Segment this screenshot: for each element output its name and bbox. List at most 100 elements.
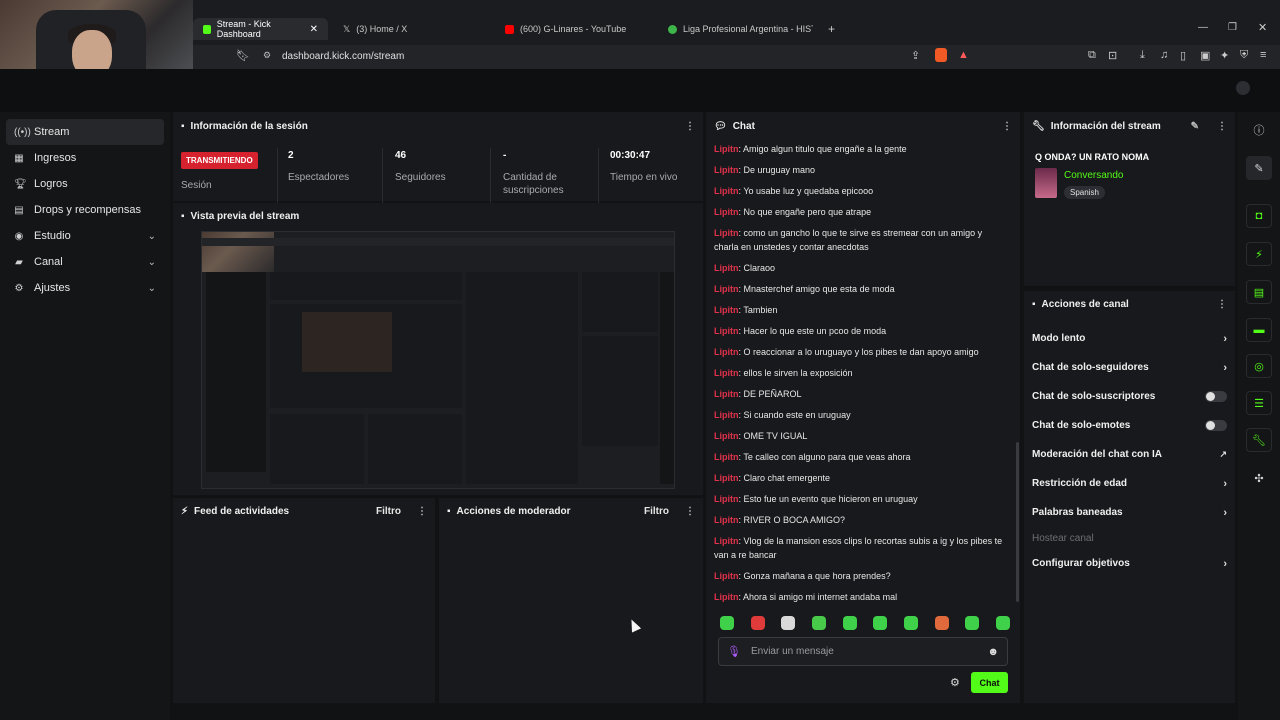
- chat-settings-icon[interactable]: ⚙︎: [950, 676, 960, 689]
- action-modo-lento[interactable]: Modo lento ›: [1024, 324, 1235, 353]
- extensions-icon[interactable]: ⧉: [1088, 49, 1096, 62]
- chat-username[interactable]: Lipitn: [714, 410, 739, 420]
- category-link[interactable]: Conversando: [1064, 170, 1123, 181]
- screenshot-icon[interactable]: ⊡: [1108, 49, 1117, 62]
- chat-username[interactable]: Lipitn: [714, 284, 739, 294]
- vpn-icon[interactable]: ⛨: [1240, 49, 1248, 62]
- action-restriccion-edad[interactable]: Restricción de edad ›: [1024, 469, 1235, 498]
- bookmark-icon[interactable]: 🔖︎: [236, 49, 250, 62]
- new-tab-button[interactable]: +: [828, 22, 835, 36]
- more-options-icon[interactable]: ⋮: [1002, 121, 1012, 132]
- emote-icon[interactable]: [750, 616, 765, 630]
- sidebar-item-logros[interactable]: 🏆︎ Logros: [6, 171, 164, 197]
- sidebar-item-ingresos[interactable]: ▦ Ingresos: [6, 145, 164, 171]
- more-options-icon[interactable]: ⋮: [417, 506, 427, 517]
- url-field[interactable]: dashboard.kick.com/stream: [282, 51, 404, 62]
- chat-username[interactable]: Lipitn: [714, 144, 739, 154]
- share-icon[interactable]: ⇪: [911, 49, 920, 62]
- stat-value: 00:30:47: [610, 150, 651, 161]
- chat-username[interactable]: Lipitn: [714, 228, 739, 238]
- chat-username[interactable]: Lipitn: [714, 536, 739, 546]
- emote-icon[interactable]: [720, 616, 734, 630]
- tab-youtube[interactable]: (600) G-Linares - YouTube: [495, 18, 655, 40]
- brave-shield-icon[interactable]: [935, 48, 947, 62]
- menu-icon[interactable]: ≡: [1260, 49, 1266, 61]
- chat-username[interactable]: Lipitn: [714, 389, 739, 399]
- tab-liga-profesional[interactable]: Liga Profesional Argentina - HISTORI: [658, 18, 823, 40]
- chat-username[interactable]: Lipitn: [714, 431, 739, 441]
- emotes-only-toggle[interactable]: [1205, 420, 1227, 431]
- emote-icon[interactable]: [811, 616, 826, 630]
- edit-icon[interactable]: ✎: [1191, 121, 1199, 132]
- close-icon[interactable]: ✕: [310, 24, 318, 35]
- minimize-button[interactable]: —: [1198, 22, 1208, 33]
- chat-send-button[interactable]: Chat: [971, 672, 1008, 693]
- download-icon[interactable]: ⤓: [1140, 49, 1145, 62]
- close-window-button[interactable]: ✕: [1258, 21, 1267, 34]
- chat-username[interactable]: Lipitn: [714, 452, 739, 462]
- chat-icon[interactable]: ▬: [1246, 318, 1272, 342]
- server-icon[interactable]: ☰: [1246, 391, 1272, 415]
- emote-icon[interactable]: [903, 616, 918, 630]
- chat-username[interactable]: Lipitn: [714, 473, 739, 483]
- wrench-icon[interactable]: 🔧︎: [1246, 428, 1272, 452]
- document-icon[interactable]: ▤: [1246, 280, 1272, 304]
- action-moderacion-ia[interactable]: Moderación del chat con IA ↗: [1024, 440, 1235, 469]
- emoji-icon[interactable]: ☻: [987, 646, 999, 658]
- tab-kick-dashboard[interactable]: Stream - Kick Dashboard ✕: [193, 18, 328, 40]
- sidebar-item-drops[interactable]: ▤ Drops y recompensas: [6, 197, 164, 223]
- chat-username[interactable]: Lipitn: [714, 347, 739, 357]
- sidebar-toggle-icon[interactable]: ▯: [1180, 49, 1186, 62]
- leo-icon[interactable]: ✦: [1220, 49, 1229, 62]
- subscribers-only-toggle[interactable]: [1205, 391, 1227, 402]
- sidebar-item-estudio[interactable]: ◉ Estudio ⌄: [6, 223, 164, 249]
- chat-username[interactable]: Lipitn: [714, 494, 739, 504]
- chat-username[interactable]: Lipitn: [714, 165, 739, 175]
- action-configurar-objetivos[interactable]: Configurar objetivos ›: [1024, 549, 1235, 578]
- camera-icon[interactable]: ◘: [1246, 204, 1272, 228]
- chat-username[interactable]: Lipitn: [714, 571, 739, 581]
- maximize-button[interactable]: ❐: [1228, 22, 1237, 33]
- emote-icon[interactable]: [781, 616, 796, 630]
- filter-button[interactable]: Filtro: [376, 506, 401, 517]
- chat-username[interactable]: Lipitn: [714, 263, 739, 273]
- music-icon[interactable]: ♫: [1160, 49, 1168, 61]
- chat-username[interactable]: Lipitn: [714, 207, 739, 217]
- stream-preview-video[interactable]: [201, 231, 675, 489]
- layout-icon[interactable]: ✣: [1246, 466, 1272, 490]
- filter-button[interactable]: Filtro: [644, 506, 669, 517]
- sidebar-item-canal[interactable]: ▰ Canal ⌄: [6, 249, 164, 275]
- chat-username[interactable]: Lipitn: [714, 326, 739, 336]
- action-solo-seguidores[interactable]: Chat de solo-seguidores ›: [1024, 353, 1235, 382]
- emote-icon[interactable]: [842, 616, 857, 630]
- chat-username[interactable]: Lipitn: [714, 368, 739, 378]
- chat-username[interactable]: Lipitn: [714, 305, 739, 315]
- bolt-icon[interactable]: ⚡︎: [1246, 242, 1272, 266]
- sidebar-item-ajustes[interactable]: ⚙︎ Ajustes ⌄: [6, 275, 164, 301]
- more-options-icon[interactable]: ⋮: [685, 121, 695, 132]
- more-options-icon[interactable]: ⋮: [1217, 299, 1227, 310]
- chevron-right-icon: ›: [1223, 361, 1227, 374]
- chat-username[interactable]: Lipitn: [714, 592, 739, 602]
- site-settings-icon[interactable]: ⚙︎: [263, 50, 271, 61]
- emote-icon[interactable]: [934, 616, 949, 630]
- chat-scrollbar[interactable]: [1016, 442, 1019, 602]
- emote-icon[interactable]: [995, 616, 1010, 630]
- microphone-icon[interactable]: 🎙︎: [727, 645, 741, 658]
- chat-username[interactable]: Lipitn: [714, 186, 739, 196]
- more-options-icon[interactable]: ⋮: [1217, 121, 1227, 132]
- chat-username[interactable]: Lipitn: [714, 515, 739, 525]
- broadcast-icon[interactable]: ◎: [1246, 354, 1272, 378]
- wallet-icon[interactable]: ▣: [1200, 49, 1210, 62]
- rewards-icon[interactable]: ▲: [958, 49, 969, 61]
- info-icon[interactable]: ⓘ: [1246, 118, 1272, 142]
- edit-icon[interactable]: ✎: [1246, 156, 1272, 180]
- emote-icon[interactable]: [965, 616, 980, 630]
- action-palabras-baneadas[interactable]: Palabras baneadas ›: [1024, 498, 1235, 527]
- emote-icon[interactable]: [873, 616, 888, 630]
- more-options-icon[interactable]: ⋮: [685, 506, 695, 517]
- sidebar-item-stream[interactable]: ((•)) Stream: [6, 119, 164, 145]
- tab-x-home[interactable]: 𝕏 (3) Home / X: [333, 18, 493, 40]
- avatar[interactable]: [1236, 81, 1250, 95]
- chat-input[interactable]: 🎙︎ Enviar un mensaje ☻: [718, 637, 1008, 666]
